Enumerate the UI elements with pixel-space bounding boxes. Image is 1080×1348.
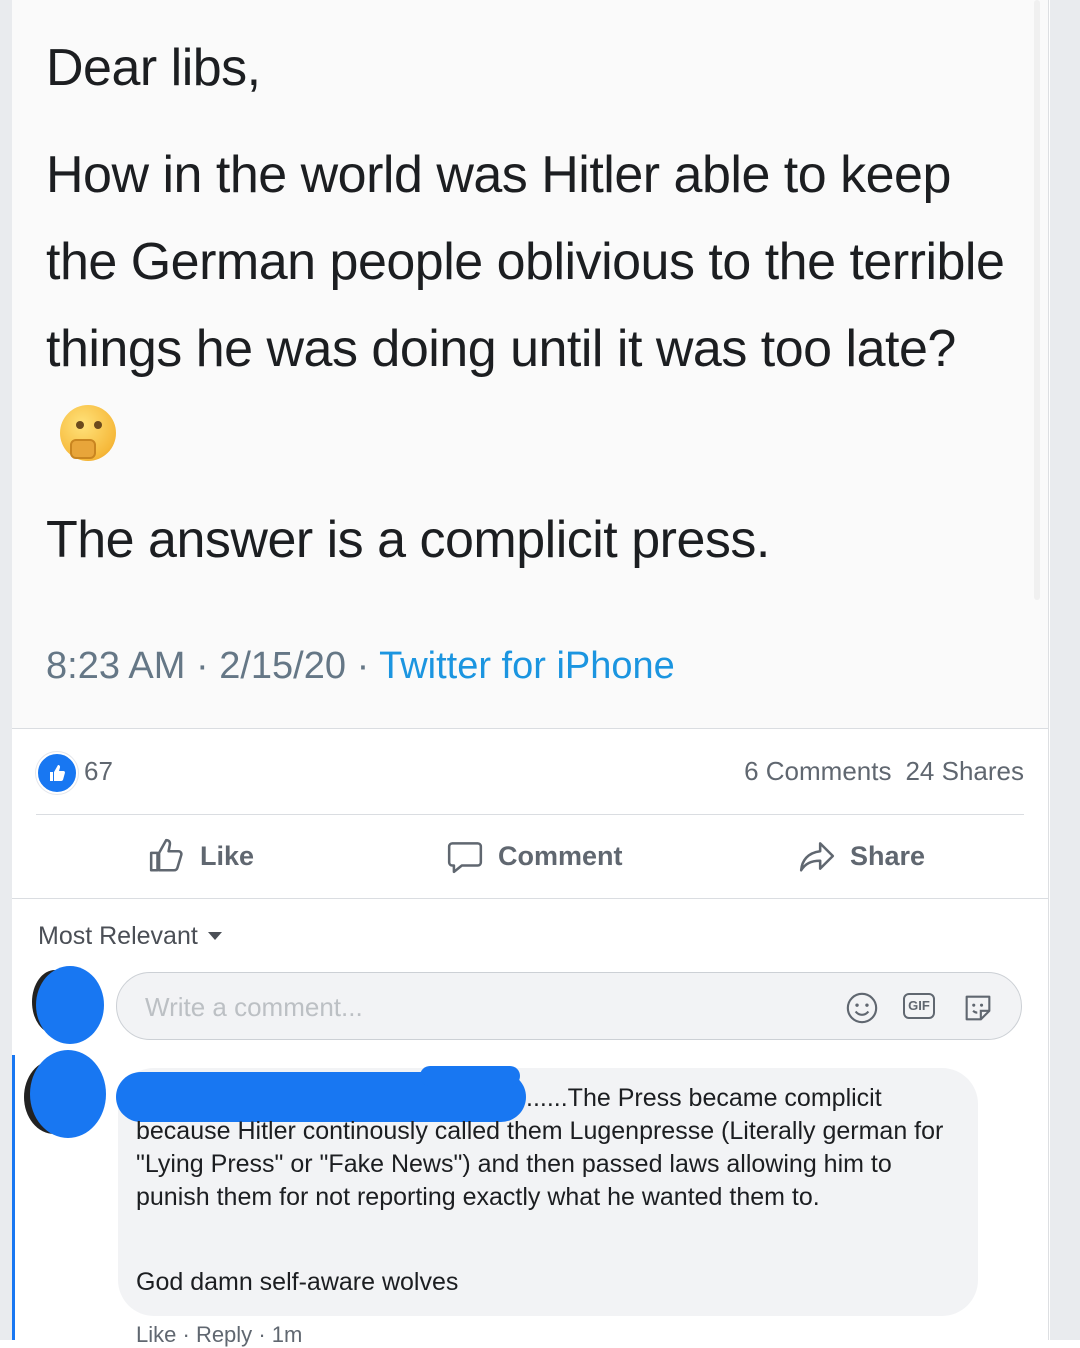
page-left-edge — [0, 0, 12, 1340]
tweet-scrollbar — [1034, 0, 1040, 600]
divider — [12, 898, 1048, 899]
tweet-time: 8:23 AM — [46, 645, 186, 687]
comment-reply-link[interactable]: Reply — [196, 1322, 252, 1347]
shares-count[interactable]: 24 Shares — [905, 756, 1024, 786]
comment-first-line: ......The Press became complicit — [526, 1084, 882, 1112]
share-button[interactable]: Share — [798, 836, 925, 876]
comment-bubble-icon — [447, 842, 483, 874]
tweet-conclusion: The answer is a complicit press. — [46, 511, 770, 569]
share-button-label: Share — [850, 840, 926, 871]
comment-extra-line: God damn self-aware wolves — [136, 1268, 459, 1296]
comment-like-link[interactable]: Like — [136, 1322, 176, 1347]
comment-button-label: Comment — [498, 840, 623, 871]
comment-thread-line — [12, 1055, 15, 1340]
sort-label: Most Relevant — [38, 922, 198, 950]
like-count[interactable]: 67 — [84, 756, 113, 787]
like-button[interactable]: Like — [148, 836, 254, 876]
meta-separator: · — [356, 645, 370, 687]
comment-actions: Like · Reply · 1m — [136, 1322, 302, 1348]
action-separator: · — [182, 1322, 190, 1347]
page-right-edge — [1050, 0, 1080, 1340]
tweet-body-text: How in the world was Hitler able to keep… — [46, 146, 1005, 378]
post-border — [1048, 0, 1049, 1340]
emoji-icon[interactable] — [845, 991, 879, 1030]
like-reaction-icon[interactable] — [36, 752, 78, 794]
thinking-face-icon — [60, 405, 116, 461]
tweet-source-link[interactable]: Twitter for iPhone — [379, 645, 675, 687]
gif-icon[interactable]: GIF — [903, 993, 935, 1019]
action-separator: · — [258, 1322, 266, 1347]
comment-input[interactable] — [143, 989, 827, 1025]
divider — [36, 814, 1024, 815]
tweet-meta: 8:23 AM · 2/15/20 · Twitter for iPhone — [46, 645, 675, 688]
caret-down-icon — [207, 932, 222, 940]
meta-separator: · — [195, 645, 209, 687]
comment-sort-dropdown[interactable]: Most Relevant — [38, 922, 222, 951]
engagement-counts: 6 Comments 24 Shares — [744, 756, 1024, 787]
sticker-icon[interactable] — [961, 991, 995, 1030]
comment-text: ......The Press became complicit because … — [136, 1082, 966, 1214]
comment-age[interactable]: 1m — [272, 1322, 303, 1347]
thumbs-up-icon — [149, 838, 183, 872]
current-user-avatar[interactable] — [36, 966, 104, 1044]
comments-count[interactable]: 6 Comments — [744, 756, 891, 786]
tweet-body: How in the world was Hitler able to keep… — [46, 132, 1006, 480]
like-button-label: Like — [200, 840, 255, 871]
tweet-greeting: Dear libs, — [46, 39, 261, 97]
comment-composer[interactable]: GIF — [116, 972, 1022, 1040]
comment-body: because Hitler continously called them L… — [136, 1117, 944, 1211]
divider — [12, 728, 1048, 729]
commenter-avatar[interactable] — [30, 1050, 106, 1138]
share-arrow-icon — [799, 842, 835, 872]
comment-button[interactable]: Comment — [446, 836, 623, 876]
tweet-date: 2/15/20 — [219, 645, 346, 687]
